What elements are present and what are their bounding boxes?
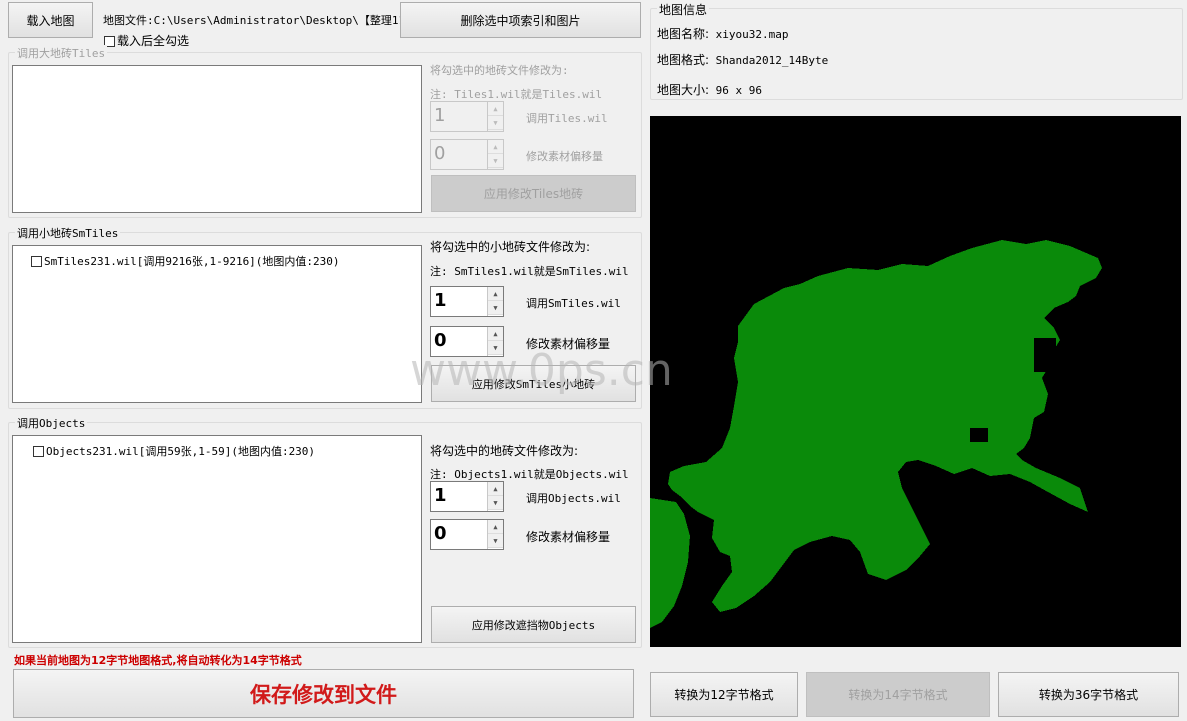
apply-smtiles-button[interactable]: 应用修改SmTiles小地砖 [431,365,636,402]
objects-index-value: 1 [434,485,447,506]
smtiles-listbox[interactable]: SmTiles231.wil[调用9216张,1-9216](地图内值:230) [12,245,422,403]
spin-down-icon[interactable]: ▼ [488,301,503,315]
tiles-modify-prompt: 将勾选中的地砖文件修改为: [430,64,569,77]
convert-14byte-button[interactable]: 转换为14字节格式 [806,672,990,717]
tiles-offset-label: 修改素材偏移量 [526,150,603,163]
smtiles-modify-prompt: 将勾选中的小地砖文件修改为: [430,240,591,254]
objects-modify-prompt: 将勾选中的地砖文件修改为: [430,444,579,458]
conversion-warning: 如果当前地图为12字节地图格式,将自动转化为14字节格式 [14,654,302,667]
map-land-shape [650,240,1102,628]
spin-up-icon[interactable]: ▲ [488,287,503,301]
select-all-label: 载入后全勾选 [117,34,190,48]
smtiles-item-label: SmTiles231.wil[调用9216张,1-9216](地图内值:230) [44,255,340,268]
apply-tiles-button[interactable]: 应用修改Tiles地砖 [431,175,636,212]
objects-offset-value: 0 [434,523,447,544]
map-preview [650,116,1181,647]
spin-up-icon[interactable]: ▲ [488,102,503,116]
spin-down-icon[interactable]: ▼ [488,534,503,548]
map-size-value: 96 x 96 [715,84,763,97]
tiles-group-title: 调用大地砖Tiles [15,45,108,61]
map-format-row: 地图格式: Shanda2012_14Byte [657,51,828,68]
save-to-file-button[interactable]: 保存修改到文件 [13,669,634,718]
spin-down-icon[interactable]: ▼ [488,116,503,130]
list-item[interactable]: Objects231.wil[调用59张,1-59](地图内值:230) [33,443,315,459]
convert-36byte-button[interactable]: 转换为36字节格式 [998,672,1179,717]
tiles-offset-stepper[interactable]: 0 ▲ ▼ [430,139,504,170]
map-file-path: 地图文件:C:\Users\Administrator\Desktop\【整理1… [103,14,417,27]
map-format-value: Shanda2012_14Byte [715,54,829,67]
spin-up-icon[interactable]: ▲ [488,140,503,154]
smtiles-group-title: 调用小地砖SmTiles [15,225,121,241]
smtiles-note: 注: SmTiles1.wil就是SmTiles.wil [430,265,629,278]
tiles-listbox[interactable] [12,65,422,213]
tiles-offset-value: 0 [434,143,446,164]
tiles-index-stepper[interactable]: 1 ▲ ▼ [430,101,504,132]
smtiles-index-label: 调用SmTiles.wil [526,297,621,310]
spin-down-icon[interactable]: ▼ [488,341,503,355]
delete-selected-button[interactable]: 删除选中项索引和图片 [400,2,641,38]
objects-group-title: 调用Objects [15,415,88,431]
smtiles-index-stepper[interactable]: 1 ▲ ▼ [430,286,504,317]
map-size-label: 地图大小: [657,83,710,97]
spin-up-icon[interactable]: ▲ [488,327,503,341]
objects-index-label: 调用Objects.wil [526,492,621,505]
smtiles-offset-label: 修改素材偏移量 [526,337,611,351]
objects-index-stepper[interactable]: 1 ▲ ▼ [430,481,504,512]
objects-offset-label: 修改素材偏移量 [526,530,611,544]
convert-12byte-button[interactable]: 转换为12字节格式 [650,672,798,717]
objects-offset-stepper[interactable]: 0 ▲ ▼ [430,519,504,550]
map-info-title: 地图信息 [657,1,710,18]
spin-up-icon[interactable]: ▲ [488,482,503,496]
smtiles-index-value: 1 [434,290,447,311]
checkbox-icon[interactable] [33,446,44,457]
smtiles-offset-value: 0 [434,330,447,351]
spin-up-icon[interactable]: ▲ [488,520,503,534]
map-format-label: 地图格式: [657,53,710,67]
spin-down-icon[interactable]: ▼ [488,154,503,168]
smtiles-offset-stepper[interactable]: 0 ▲ ▼ [430,326,504,357]
map-name-label: 地图名称: [657,27,710,41]
map-size-row: 地图大小: 96 x 96 [657,81,762,98]
tiles-note: 注: Tiles1.wil就是Tiles.wil [430,88,603,101]
select-all-after-load-checkbox[interactable]: 载入后全勾选 [104,32,189,49]
objects-note: 注: Objects1.wil就是Objects.wil [430,468,629,481]
apply-objects-button[interactable]: 应用修改遮挡物Objects [431,606,636,643]
load-map-button[interactable]: 载入地图 [8,2,93,38]
tiles-index-value: 1 [434,105,446,126]
tiles-index-label: 调用Tiles.wil [526,112,608,125]
objects-item-label: Objects231.wil[调用59张,1-59](地图内值:230) [46,445,316,458]
list-item[interactable]: SmTiles231.wil[调用9216张,1-9216](地图内值:230) [31,253,340,269]
objects-listbox[interactable]: Objects231.wil[调用59张,1-59](地图内值:230) [12,435,422,643]
spin-down-icon[interactable]: ▼ [488,496,503,510]
map-name-value: xiyou32.map [715,28,789,41]
map-name-row: 地图名称: xiyou32.map [657,25,789,42]
checkbox-icon[interactable] [31,256,42,267]
